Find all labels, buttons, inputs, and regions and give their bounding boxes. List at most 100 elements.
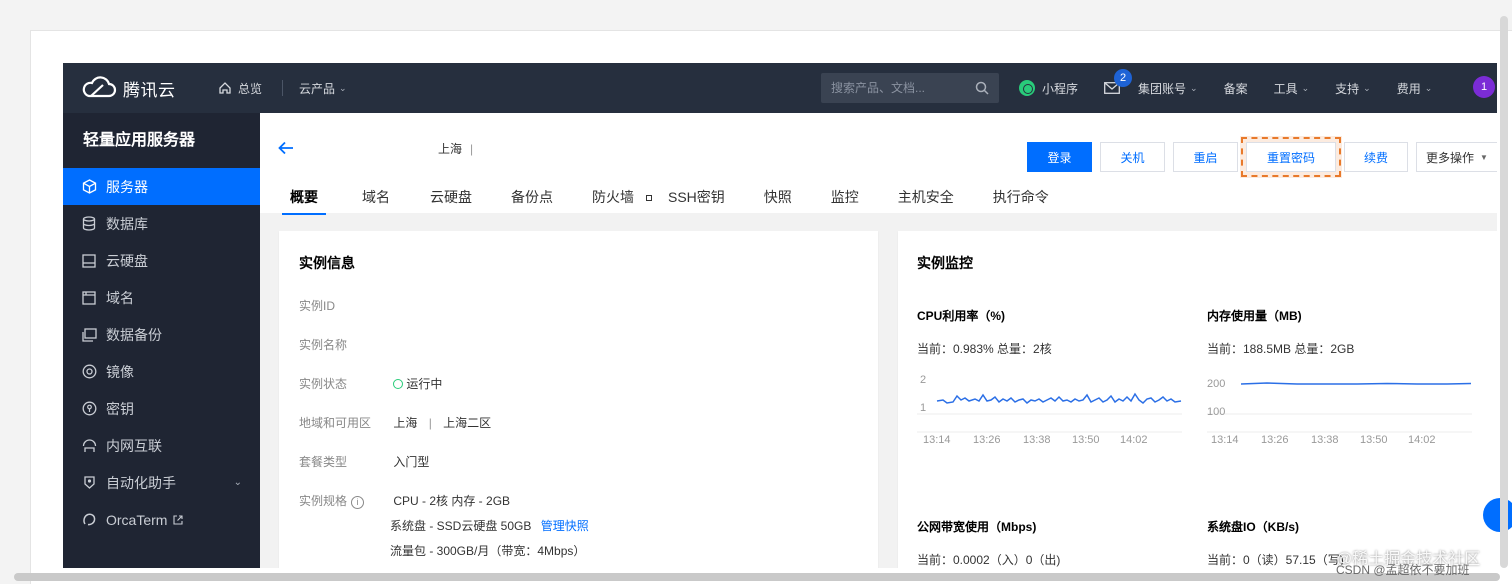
image-icon bbox=[81, 364, 97, 380]
tab-overview[interactable]: 概要 bbox=[282, 181, 326, 215]
instance-tabs: 概要 域名 云硬盘 备份点 防火墙 SSH密钥 快照 监控 主机安全 执行命令 bbox=[278, 181, 1049, 215]
memory-x-tick: 13:50 bbox=[1360, 434, 1388, 445]
sidebar-item-orcaterm[interactable]: OrcaTerm bbox=[63, 501, 260, 538]
nav-right: 小程序 2 集团账号 ⌄ 备案 工具 ⌄ 支持 ⌄ 费用 ⌄ bbox=[1019, 63, 1458, 113]
sidebar-title: 轻量应用服务器 bbox=[83, 132, 196, 149]
more-actions-dropdown[interactable]: 更多操作 ▼ bbox=[1416, 142, 1497, 172]
instance-status-value: 运行中 bbox=[406, 377, 443, 391]
spec-traffic-row: 流量包 - 300GB/月（带宽：4Mbps） bbox=[390, 542, 585, 559]
tab-ssh-key[interactable]: SSH密钥 bbox=[668, 181, 725, 215]
login-button[interactable]: 登录 bbox=[1027, 142, 1092, 172]
tab-snapshot[interactable]: 快照 bbox=[764, 181, 792, 215]
sidebar-item-backup[interactable]: 数据备份 bbox=[63, 316, 260, 353]
nav-tools-label: 工具 bbox=[1273, 81, 1298, 96]
spec-cpu-value: CPU - 2核 内存 - 2GB bbox=[393, 494, 511, 508]
nav-tools[interactable]: 工具 ⌄ bbox=[1274, 80, 1310, 97]
nav-record[interactable]: 备案 bbox=[1224, 80, 1248, 97]
sidebar-item-cloud-disk[interactable]: 云硬盘 bbox=[63, 242, 260, 279]
shutdown-button[interactable]: 关机 bbox=[1100, 142, 1165, 172]
sidebar-item-database[interactable]: 数据库 bbox=[63, 205, 260, 242]
back-arrow-icon[interactable] bbox=[278, 139, 294, 160]
cloud-logo-icon bbox=[82, 76, 117, 98]
vertical-scrollbar[interactable] bbox=[1500, 16, 1508, 568]
chevron-down-icon: ⌄ bbox=[1301, 82, 1310, 93]
tab-firewall[interactable]: 防火墙 bbox=[592, 181, 634, 215]
tab-run-command[interactable]: 执行命令 bbox=[993, 181, 1049, 215]
disk-io-metric-title: 系统盘IO（KB/s) bbox=[1207, 520, 1300, 534]
nav-home[interactable]: 总览 bbox=[218, 80, 262, 97]
disk-io-metric: 系统盘IO（KB/s) 当前：0（读）57.15（写) bbox=[1207, 518, 1344, 568]
nav-miniprogram[interactable]: 小程序 bbox=[1019, 80, 1078, 97]
console-window: 腾讯云 总览 云产品 ⌄ 小程序 2 集团账号 ⌄ bbox=[63, 63, 1497, 568]
miniprogram-icon bbox=[1019, 80, 1035, 96]
reset-password-button[interactable]: 重置密码 bbox=[1241, 137, 1341, 177]
region-row: 地域和可用区 上海 | 上海二区 bbox=[299, 414, 491, 431]
info-icon[interactable]: i bbox=[351, 496, 365, 509]
bandwidth-metric-title: 公网带宽使用（Mbps) bbox=[917, 520, 1037, 534]
more-actions-label: 更多操作 bbox=[1426, 150, 1475, 165]
spec-traffic-value: 流量包 - 300GB/月（带宽：4Mbps） bbox=[390, 544, 586, 558]
backup-icon bbox=[81, 327, 97, 343]
cpu-y-tick: 1 bbox=[920, 402, 926, 414]
horizontal-scrollbar[interactable] bbox=[14, 573, 1500, 581]
nav-billing-label: 费用 bbox=[1396, 81, 1421, 96]
sidebar-item-domain[interactable]: 域名 bbox=[63, 279, 260, 316]
memory-metric: 内存使用量（MB) 当前：188.5MB 总量：2GB 200 100 13:1… bbox=[1207, 307, 1477, 445]
brand[interactable]: 腾讯云 bbox=[81, 76, 186, 101]
tab-marker-icon bbox=[646, 195, 652, 201]
cpu-metric-title: CPU利用率（%) bbox=[917, 309, 1006, 323]
memory-sparkline[interactable]: 200 100 13:14 13:26 13:38 13:50 14:02 bbox=[1207, 365, 1477, 445]
tab-monitor[interactable]: 监控 bbox=[831, 181, 859, 215]
cpu-x-tick: 13:14 bbox=[923, 434, 951, 445]
spec-row: 实例规格 i CPU - 2核 内存 - 2GB bbox=[299, 492, 510, 509]
sidebar-item-image[interactable]: 镜像 bbox=[63, 353, 260, 390]
mail-badge: 2 bbox=[1114, 69, 1133, 87]
nav-group-account-label: 集团账号 bbox=[1138, 81, 1187, 96]
region-separator: | bbox=[470, 142, 474, 156]
tab-domain[interactable]: 域名 bbox=[362, 181, 390, 215]
tab-cloud-disk[interactable]: 云硬盘 bbox=[430, 181, 472, 215]
search-input[interactable] bbox=[831, 81, 975, 95]
renew-button[interactable]: 续费 bbox=[1344, 142, 1408, 172]
memory-y-tick: 200 bbox=[1207, 378, 1225, 390]
key-icon bbox=[81, 401, 97, 417]
avatar[interactable]: 1 bbox=[1473, 76, 1495, 98]
nav-support[interactable]: 支持 ⌄ bbox=[1335, 80, 1371, 97]
nav-billing[interactable]: 费用 ⌄ bbox=[1397, 80, 1433, 97]
sidebar-item-automation[interactable]: 自动化助手 ⌄ bbox=[63, 464, 260, 501]
nav-divider bbox=[282, 80, 284, 96]
running-status-icon bbox=[393, 379, 404, 389]
nav-mail[interactable]: 2 bbox=[1104, 69, 1133, 94]
sidebar-item-label: 自动化助手 bbox=[106, 474, 176, 491]
sidebar-item-label: 数据库 bbox=[106, 215, 148, 232]
search-bar bbox=[821, 73, 999, 103]
tab-host-security[interactable]: 主机安全 bbox=[898, 181, 954, 215]
bandwidth-metric-current: 当前：0.0002（入）0（出) bbox=[917, 553, 1061, 567]
action-buttons: 登录 关机 重启 重置密码 续费 更多操作 ▼ bbox=[1027, 137, 1497, 177]
restart-button[interactable]: 重启 bbox=[1173, 142, 1238, 172]
memory-x-tick: 13:26 bbox=[1261, 434, 1289, 445]
region-label: 上海 bbox=[438, 142, 463, 156]
tab-backup[interactable]: 备份点 bbox=[511, 181, 553, 215]
sidebar-item-key[interactable]: 密钥 bbox=[63, 390, 260, 427]
memory-x-tick: 13:14 bbox=[1211, 434, 1239, 445]
main-content: 上海 | 登录 关机 重启 重置密码 续费 更多操作 ▼ 概要 域名 云硬盘 备份… bbox=[260, 113, 1497, 568]
nav-group-account[interactable]: 集团账号 ⌄ bbox=[1138, 80, 1198, 97]
home-icon bbox=[219, 82, 231, 94]
nav-products[interactable]: 云产品 ⌄ bbox=[299, 80, 347, 97]
instance-status-row: 实例状态 运行中 bbox=[299, 375, 442, 392]
sidebar-item-servers[interactable]: 服务器 bbox=[63, 168, 260, 205]
sidebar-item-intranet[interactable]: 内网互联 bbox=[63, 427, 260, 464]
memory-x-tick: 14:02 bbox=[1408, 434, 1436, 445]
cpu-x-tick: 13:26 bbox=[973, 434, 1001, 445]
manage-snapshot-link[interactable]: 管理快照 bbox=[541, 519, 589, 533]
chevron-down-icon[interactable]: ⌄ bbox=[234, 477, 242, 488]
cpu-y-tick: 2 bbox=[920, 374, 926, 386]
cpu-metric: CPU利用率（%) 当前：0.983% 总量：2核 2 1 13:14 13:2… bbox=[917, 307, 1187, 445]
cpu-sparkline[interactable]: 2 1 13:14 13:26 13:38 13:50 14:02 bbox=[917, 365, 1187, 445]
region-value: 上海 bbox=[393, 416, 418, 430]
chevron-down-icon: ⌄ bbox=[1363, 82, 1371, 93]
instance-name-row: 实例名称 bbox=[299, 336, 390, 353]
search-icon[interactable] bbox=[975, 81, 989, 95]
instance-region: 上海 | bbox=[438, 140, 473, 157]
